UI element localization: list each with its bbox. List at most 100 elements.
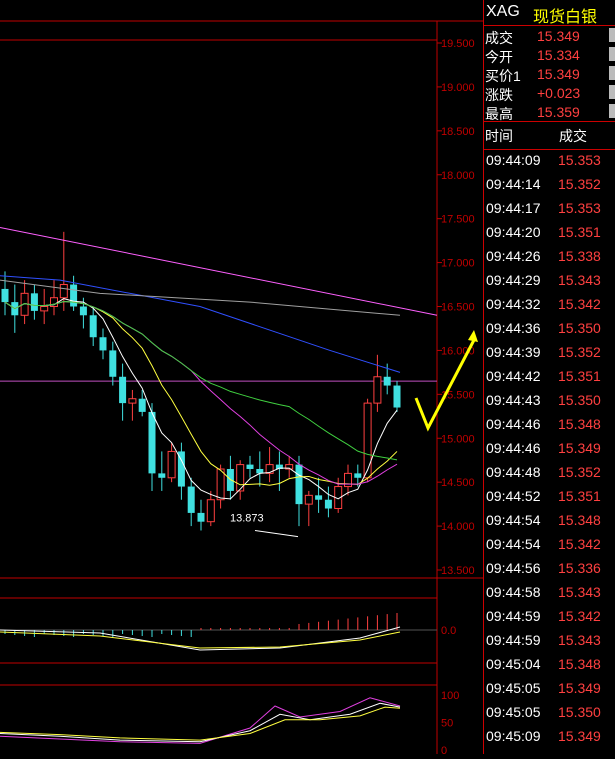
tick-time: 09:45:04 <box>486 656 541 672</box>
quote-value: 15.349 <box>537 28 580 44</box>
candle-body <box>363 402 372 479</box>
tick-row: 09:44:46 15.348 <box>483 413 615 437</box>
tick-price: 15.350 <box>558 392 601 408</box>
chart-area[interactable]: 19.500 19.000 18.500 18.000 17.500 17.000 16.5… <box>0 0 483 757</box>
price-tick-label: 13.500 <box>441 565 475 577</box>
tick-price: 15.343 <box>558 632 601 648</box>
ma20-line <box>4 300 398 485</box>
low-annotation-leader <box>254 529 299 538</box>
price-tick-label: 18.000 <box>441 170 475 182</box>
candle-body <box>119 376 127 404</box>
candle-body <box>393 385 401 408</box>
tick-row: 09:44:54 15.348 <box>483 509 615 533</box>
tick-price: 15.351 <box>558 224 601 240</box>
price-tick-label: 19.000 <box>441 82 475 94</box>
tick-time: 09:44:46 <box>486 440 541 456</box>
tick-price: 15.349 <box>558 440 601 456</box>
ma5-line <box>4 298 398 500</box>
price-tick-label: 17.500 <box>441 214 475 226</box>
symbol-name: 现货白银 <box>533 9 598 26</box>
kdj-axis-label: 100 <box>441 690 459 702</box>
tick-price: 15.342 <box>558 608 601 624</box>
ticks-header: 时间 成交 <box>483 121 615 150</box>
quote-value: 15.334 <box>537 47 580 63</box>
tick-price: 15.342 <box>558 296 601 312</box>
candle-body <box>373 376 382 404</box>
trend-arrow-head <box>468 330 478 342</box>
tick-row: 09:44:26 15.338 <box>483 245 615 269</box>
ticks-header-time: 时间 <box>485 128 513 144</box>
tick-row: 09:44:36 15.350 <box>483 317 615 341</box>
candle-body <box>148 411 156 474</box>
quote-panel: XAG 现货白银 成交 15.349 今开 15.334 买价1 15.349 涨跌 +0.0… <box>483 0 615 754</box>
tick-row: 09:44:32 15.342 <box>483 293 615 317</box>
tick-price: 15.348 <box>558 512 601 528</box>
tick-row: 09:44:29 15.343 <box>483 269 615 293</box>
candle-body <box>40 306 49 312</box>
candle-body <box>354 473 362 478</box>
tick-time: 09:44:59 <box>486 632 541 648</box>
quote-cut-column <box>609 47 615 61</box>
candle-body <box>304 494 313 505</box>
quote-row: 买价1 15.349 <box>483 64 615 85</box>
candle-body <box>197 512 205 522</box>
tick-time: 09:44:56 <box>486 560 541 576</box>
tick-time: 09:44:39 <box>486 344 541 360</box>
tick-price: 15.343 <box>558 584 601 600</box>
price-tick-label: 15.000 <box>441 433 475 445</box>
tick-time: 09:44:14 <box>486 176 541 192</box>
candle-body <box>206 499 215 523</box>
tick-time: 09:44:20 <box>486 224 541 240</box>
tick-time: 09:44:17 <box>486 200 541 216</box>
candle-body <box>128 398 137 404</box>
tick-time: 09:44:48 <box>486 464 541 480</box>
tick-time: 09:44:54 <box>486 512 541 528</box>
tick-price: 15.336 <box>558 560 601 576</box>
tick-row: 09:45:04 15.348 <box>483 653 615 677</box>
tick-time: 09:44:54 <box>486 536 541 552</box>
ma10-line <box>4 300 398 486</box>
candle-body <box>1 288 9 303</box>
candle-body <box>158 473 166 478</box>
tick-row: 09:44:20 15.351 <box>483 221 615 245</box>
tick-row: 09:44:59 15.342 <box>483 605 615 629</box>
tick-price: 15.352 <box>558 464 601 480</box>
tick-price: 15.353 <box>558 200 601 216</box>
candle-body <box>138 398 146 412</box>
candle-body <box>79 306 87 316</box>
tick-time: 09:44:32 <box>486 296 541 312</box>
candle-body <box>30 293 38 311</box>
tick-row: 09:44:42 15.351 <box>483 365 615 389</box>
price-tick-label: 18.500 <box>441 126 475 138</box>
tick-row: 09:44:52 15.351 <box>483 485 615 509</box>
price-tick-label: 17.000 <box>441 258 475 270</box>
tick-time: 09:44:09 <box>486 152 541 168</box>
tick-row: 09:44:43 15.350 <box>483 389 615 413</box>
macd-axis-label: 0.0 <box>441 625 456 637</box>
tick-time: 09:44:46 <box>486 416 541 432</box>
tick-price: 15.348 <box>558 416 601 432</box>
tick-price: 15.350 <box>558 704 601 720</box>
kdj-k-line <box>0 702 401 743</box>
tick-time: 09:45:05 <box>486 704 541 720</box>
kdj-axis-label: 50 <box>441 718 453 730</box>
low-price-annotation: 13.873 <box>230 513 264 525</box>
tick-price: 15.352 <box>558 176 601 192</box>
candle-body <box>89 315 97 338</box>
tick-price: 15.338 <box>558 248 601 264</box>
tick-time: 09:44:52 <box>486 488 541 504</box>
price-tick-label: 14.500 <box>441 477 475 489</box>
candlestick-chart[interactable]: 19.500 19.000 18.500 18.000 17.500 17.000 16.5… <box>0 0 483 757</box>
symbol-header: XAG 现货白银 <box>483 0 615 26</box>
quote-cut-column <box>609 104 615 118</box>
tick-time: 09:44:42 <box>486 368 541 384</box>
quote-cut-column <box>609 85 615 99</box>
tick-time: 09:45:05 <box>486 680 541 696</box>
tick-row: 09:44:54 15.342 <box>483 533 615 557</box>
quote-value: +0.023 <box>537 85 581 101</box>
candle-body <box>315 495 323 500</box>
price-tick-label: 14.000 <box>441 521 475 533</box>
tick-price: 15.348 <box>558 656 601 672</box>
quote-value: 15.359 <box>537 104 580 120</box>
candle-body <box>109 350 117 377</box>
